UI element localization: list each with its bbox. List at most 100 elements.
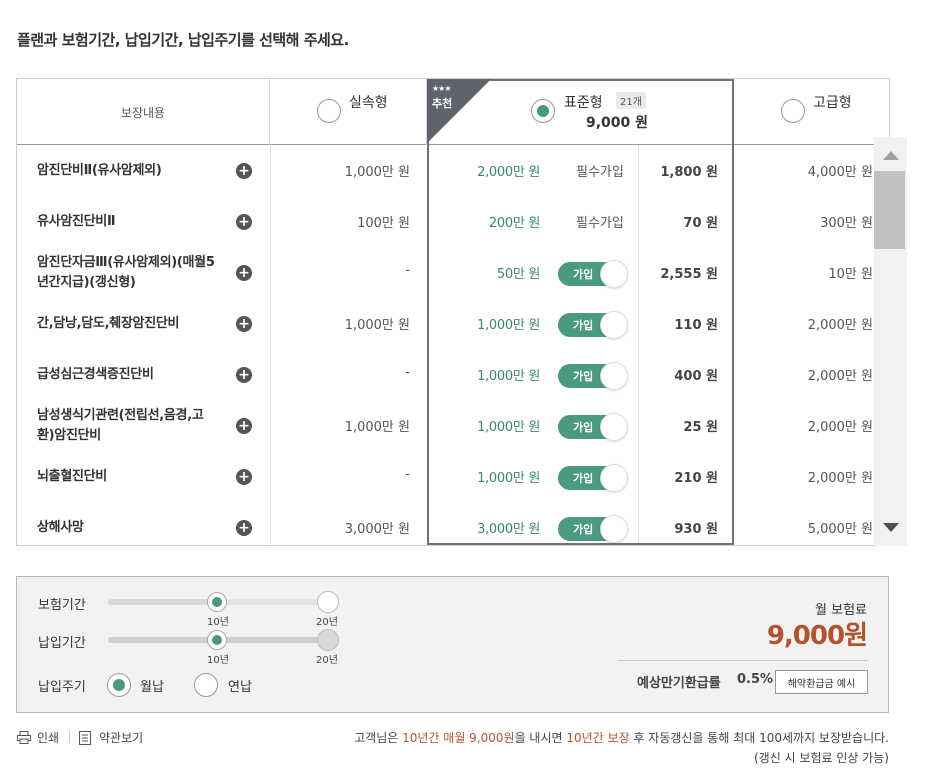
join-toggle-label: 가입 — [573, 370, 594, 383]
add-detail-icon[interactable]: + — [236, 418, 252, 434]
add-detail-icon[interactable]: + — [236, 367, 252, 383]
premium-amount: 5,000만 원 — [807, 522, 873, 537]
table-row: 암진단자금Ⅲ(유사암제외)(매월5년간지급)(갱신형) + - 50만 원 가입 2,55… — [17, 247, 873, 298]
premium-summary: 보험기간 10년 20년 납입기간 10년 20년 납입주기 월납 연납 월 보… — [16, 576, 889, 713]
basic-amount: - — [405, 263, 410, 278]
notice-highlight-coverage: 10년간 보장 — [566, 731, 630, 745]
scroll-thumb[interactable] — [874, 171, 905, 249]
cycle-yearly-label[interactable]: 연납 — [228, 676, 252, 695]
plan-premium-radio[interactable] — [781, 99, 805, 123]
add-detail-icon[interactable]: + — [236, 316, 252, 332]
coverage-list[interactable]: 암진단비Ⅱ(유사암제외) +1,000만 원 2,000만 원 필수가입 1,800 원… — [17, 145, 889, 545]
standard-premium: 2,555 원 — [660, 267, 718, 282]
slider-fill — [108, 599, 218, 605]
scroll-up-arrow-icon[interactable] — [883, 151, 899, 160]
document-icon — [79, 730, 91, 745]
table-row: 뇌출혈진단비 + - 1,000만 원 가입 210 원 2,000만 원 — [17, 451, 873, 502]
join-toggle-label: 가입 — [573, 268, 594, 281]
add-detail-icon[interactable]: + — [236, 520, 252, 536]
standard-amount: 1,000만 원 — [477, 420, 540, 435]
terms-label[interactable]: 약관보기 — [99, 729, 143, 746]
toggle-knob — [600, 362, 628, 390]
notice-highlight-payment: 10년간 매월 9,000원 — [402, 731, 515, 745]
standard-amount: 1,000만 원 — [477, 471, 540, 486]
standard-premium: 400 원 — [674, 369, 718, 384]
refund-example-button[interactable]: 해약환급금 예시 — [775, 670, 868, 694]
notice-mid: 을 내시면 — [514, 731, 567, 745]
toggle-knob — [600, 311, 628, 339]
print-link[interactable]: 인쇄 — [17, 729, 59, 746]
standard-amount: 1,000만 원 — [477, 318, 540, 333]
summary-divider — [618, 660, 868, 661]
table-row: 간,담낭,담도,췌장암진단비 +1,000만 원 1,000만 원 가입 110 원 2,… — [17, 298, 873, 349]
basic-amount: 100만 원 — [357, 216, 410, 231]
plan-basic-radio[interactable] — [317, 99, 341, 123]
monthly-premium-value: 9,000원 — [766, 621, 868, 651]
standard-premium: 930 원 — [674, 522, 718, 537]
coverage-notice: 고객님은 10년간 매월 9,000원을 내시면 10년간 보장 후 자동갱신을… — [354, 728, 889, 768]
scroll-down-arrow-icon[interactable] — [883, 523, 899, 532]
printer-icon — [17, 731, 31, 744]
basic-amount: 1,000만 원 — [344, 420, 410, 435]
plan-basic[interactable]: 실속형 — [270, 79, 427, 145]
plan-premium[interactable]: 고급형 — [734, 79, 889, 145]
join-toggle-label: 가입 — [573, 523, 594, 536]
page-instruction: 플랜과 보험기간, 납입기간, 납입주기를 선택해 주세요. — [17, 31, 349, 49]
join-toggle-label: 가입 — [573, 319, 594, 332]
plan-standard-radio[interactable] — [531, 99, 555, 123]
standard-premium: 110 원 — [674, 318, 718, 333]
insurance-period-end-knob[interactable] — [317, 591, 339, 613]
standard-amount: 1,000만 원 — [477, 369, 540, 384]
join-toggle[interactable]: 가입 — [558, 464, 628, 492]
standard-amount: 200만 원 — [488, 216, 540, 231]
add-detail-icon[interactable]: + — [236, 214, 252, 230]
terms-link[interactable]: 약관보기 — [79, 729, 143, 746]
coverage-label: 상해사망 — [37, 519, 84, 535]
toggle-knob — [600, 260, 628, 288]
coverage-header: 보장내용 — [17, 79, 270, 145]
add-detail-icon[interactable]: + — [236, 469, 252, 485]
payment-tick-20: 20년 — [316, 655, 338, 666]
table-row: 남성생식기관련(전립선,음경,고환)암진단비 +1,000만 원 1,000만 원 가… — [17, 400, 873, 451]
cycle-yearly-radio[interactable] — [194, 673, 218, 697]
footer-separator — [69, 731, 70, 743]
toggle-knob — [600, 464, 628, 492]
print-label[interactable]: 인쇄 — [37, 729, 59, 746]
payment-period-end-knob[interactable] — [317, 629, 339, 651]
premium-amount: 2,000만 원 — [807, 369, 873, 384]
plan-standard-price: 9,000 원 — [586, 115, 649, 131]
basic-amount: - — [405, 467, 410, 482]
join-toggle[interactable]: 가입 — [558, 362, 628, 390]
join-toggle[interactable]: 가입 — [558, 515, 628, 543]
standard-amount: 2,000만 원 — [477, 165, 540, 180]
cycle-monthly-radio[interactable] — [107, 673, 131, 697]
toggle-knob — [600, 413, 628, 441]
join-toggle[interactable]: 가입 — [558, 311, 628, 339]
coverage-label: 암진단비Ⅱ(유사암제외) — [37, 162, 162, 178]
notice-prefix: 고객님은 — [354, 731, 403, 745]
coverage-label: 유사암진단비Ⅱ — [37, 213, 116, 229]
table-row: 급성심근경색증진단비 + - 1,000만 원 가입 400 원 2,000만 원 — [17, 349, 873, 400]
add-detail-icon[interactable]: + — [236, 163, 252, 179]
cycle-monthly-label[interactable]: 월납 — [140, 676, 164, 695]
join-toggle[interactable]: 가입 — [558, 260, 628, 288]
table-scrollbar[interactable] — [874, 137, 907, 546]
plan-header-row: 보장내용 실속형 ★★★ 추천 표준형 21개 9,000 원 고급형 — [17, 79, 889, 145]
payment-period-knob[interactable] — [207, 630, 227, 650]
standard-amount: 3,000만 원 — [477, 522, 540, 537]
recommend-ribbon: ★★★ 추천 — [427, 79, 491, 143]
refund-rate-value: 0.5% — [737, 672, 774, 687]
join-toggle-label: 가입 — [573, 472, 594, 485]
plan-standard[interactable]: ★★★ 추천 표준형 21개 9,000 원 — [427, 79, 734, 145]
standard-premium: 1,800 원 — [660, 165, 718, 180]
plan-basic-name: 실속형 — [349, 95, 388, 111]
premium-amount: 4,000만 원 — [807, 165, 873, 180]
standard-premium: 25 원 — [683, 420, 718, 435]
basic-amount: 1,000만 원 — [344, 318, 410, 333]
insurance-period-knob[interactable] — [207, 592, 227, 612]
add-detail-icon[interactable]: + — [236, 265, 252, 281]
ribbon-stars: ★★★ — [432, 84, 451, 93]
basic-amount: 1,000만 원 — [344, 165, 410, 180]
join-toggle[interactable]: 가입 — [558, 413, 628, 441]
notice-suffix: 후 자동갱신을 통해 최대 100세까지 보장받습니다. — [629, 731, 889, 745]
